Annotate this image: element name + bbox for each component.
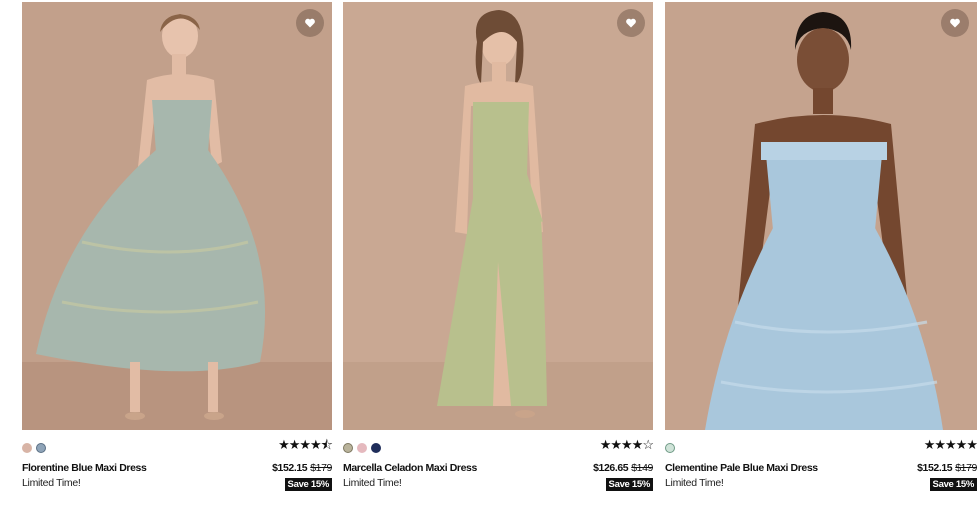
sale-price: $152.15 <box>272 462 308 474</box>
product-card[interactable]: ★★★★⯪ Florentine Blue Maxi Dress Limited… <box>22 2 333 502</box>
price: $152.15 $179 <box>272 462 332 474</box>
promo-label: Limited Time! <box>665 477 724 489</box>
color-swatch[interactable] <box>22 443 32 453</box>
product-card[interactable]: ★★★★☆ Marcella Celadon Maxi Dress Limite… <box>343 2 654 502</box>
sale-price: $126.65 <box>593 462 629 474</box>
rating-stars: ★★★★⯪ <box>278 437 333 452</box>
price: $126.65 $149 <box>593 462 653 474</box>
original-price: $149 <box>631 462 653 474</box>
promo-label: Limited Time! <box>22 477 81 489</box>
heart-icon[interactable] <box>941 9 969 37</box>
rating-stars: ★★★★★ <box>923 437 978 452</box>
product-image[interactable] <box>22 2 332 430</box>
original-price: $179 <box>955 462 977 474</box>
product-image[interactable] <box>343 2 653 430</box>
color-swatch[interactable] <box>665 443 675 453</box>
color-swatch[interactable] <box>357 443 367 453</box>
product-name[interactable]: Marcella Celadon Maxi Dress <box>343 462 477 474</box>
price: $152.15 $179 <box>917 462 977 474</box>
product-card[interactable]: ★★★★★ Clementine Pale Blue Maxi Dress Li… <box>665 2 978 502</box>
discount-badge: Save 15% <box>929 478 977 491</box>
color-swatch[interactable] <box>343 443 353 453</box>
color-swatches <box>22 443 46 453</box>
discount-badge: Save 15% <box>284 478 332 491</box>
original-price: $179 <box>310 462 332 474</box>
product-name[interactable]: Florentine Blue Maxi Dress <box>22 462 147 474</box>
rating-stars: ★★★★☆ <box>599 437 654 452</box>
discount-badge: Save 15% <box>605 478 653 491</box>
color-swatches <box>343 443 381 453</box>
color-swatch[interactable] <box>36 443 46 453</box>
promo-label: Limited Time! <box>343 477 402 489</box>
product-name[interactable]: Clementine Pale Blue Maxi Dress <box>665 462 818 474</box>
heart-icon[interactable] <box>617 9 645 37</box>
product-image[interactable] <box>665 2 977 430</box>
color-swatches <box>665 443 675 453</box>
heart-icon[interactable] <box>296 9 324 37</box>
color-swatch[interactable] <box>371 443 381 453</box>
sale-price: $152.15 <box>917 462 953 474</box>
